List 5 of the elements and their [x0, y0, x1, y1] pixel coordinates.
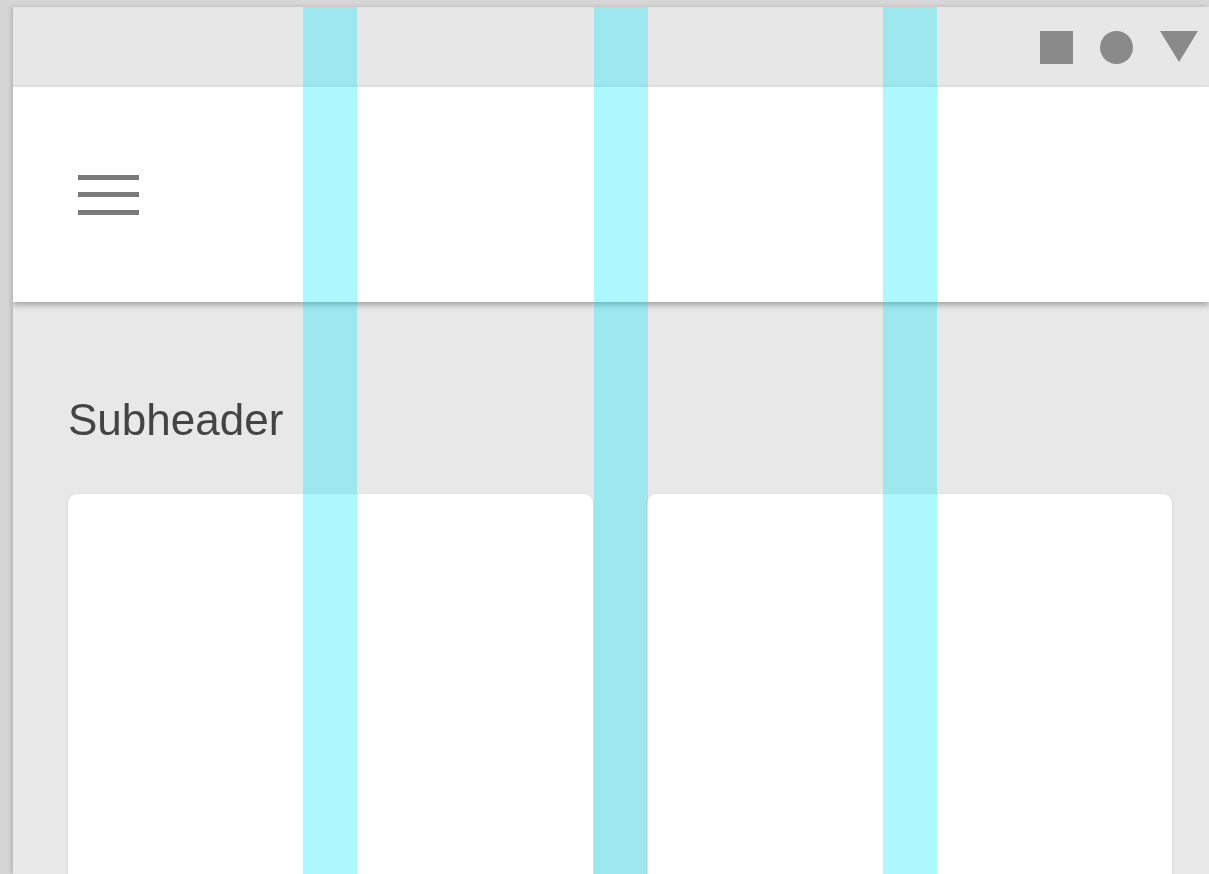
- subheader: Subheader: [68, 394, 284, 446]
- menu-button[interactable]: [78, 174, 139, 215]
- triangle-icon: [1160, 31, 1198, 64]
- circle-icon: [1100, 31, 1133, 64]
- square-icon: [1040, 31, 1073, 64]
